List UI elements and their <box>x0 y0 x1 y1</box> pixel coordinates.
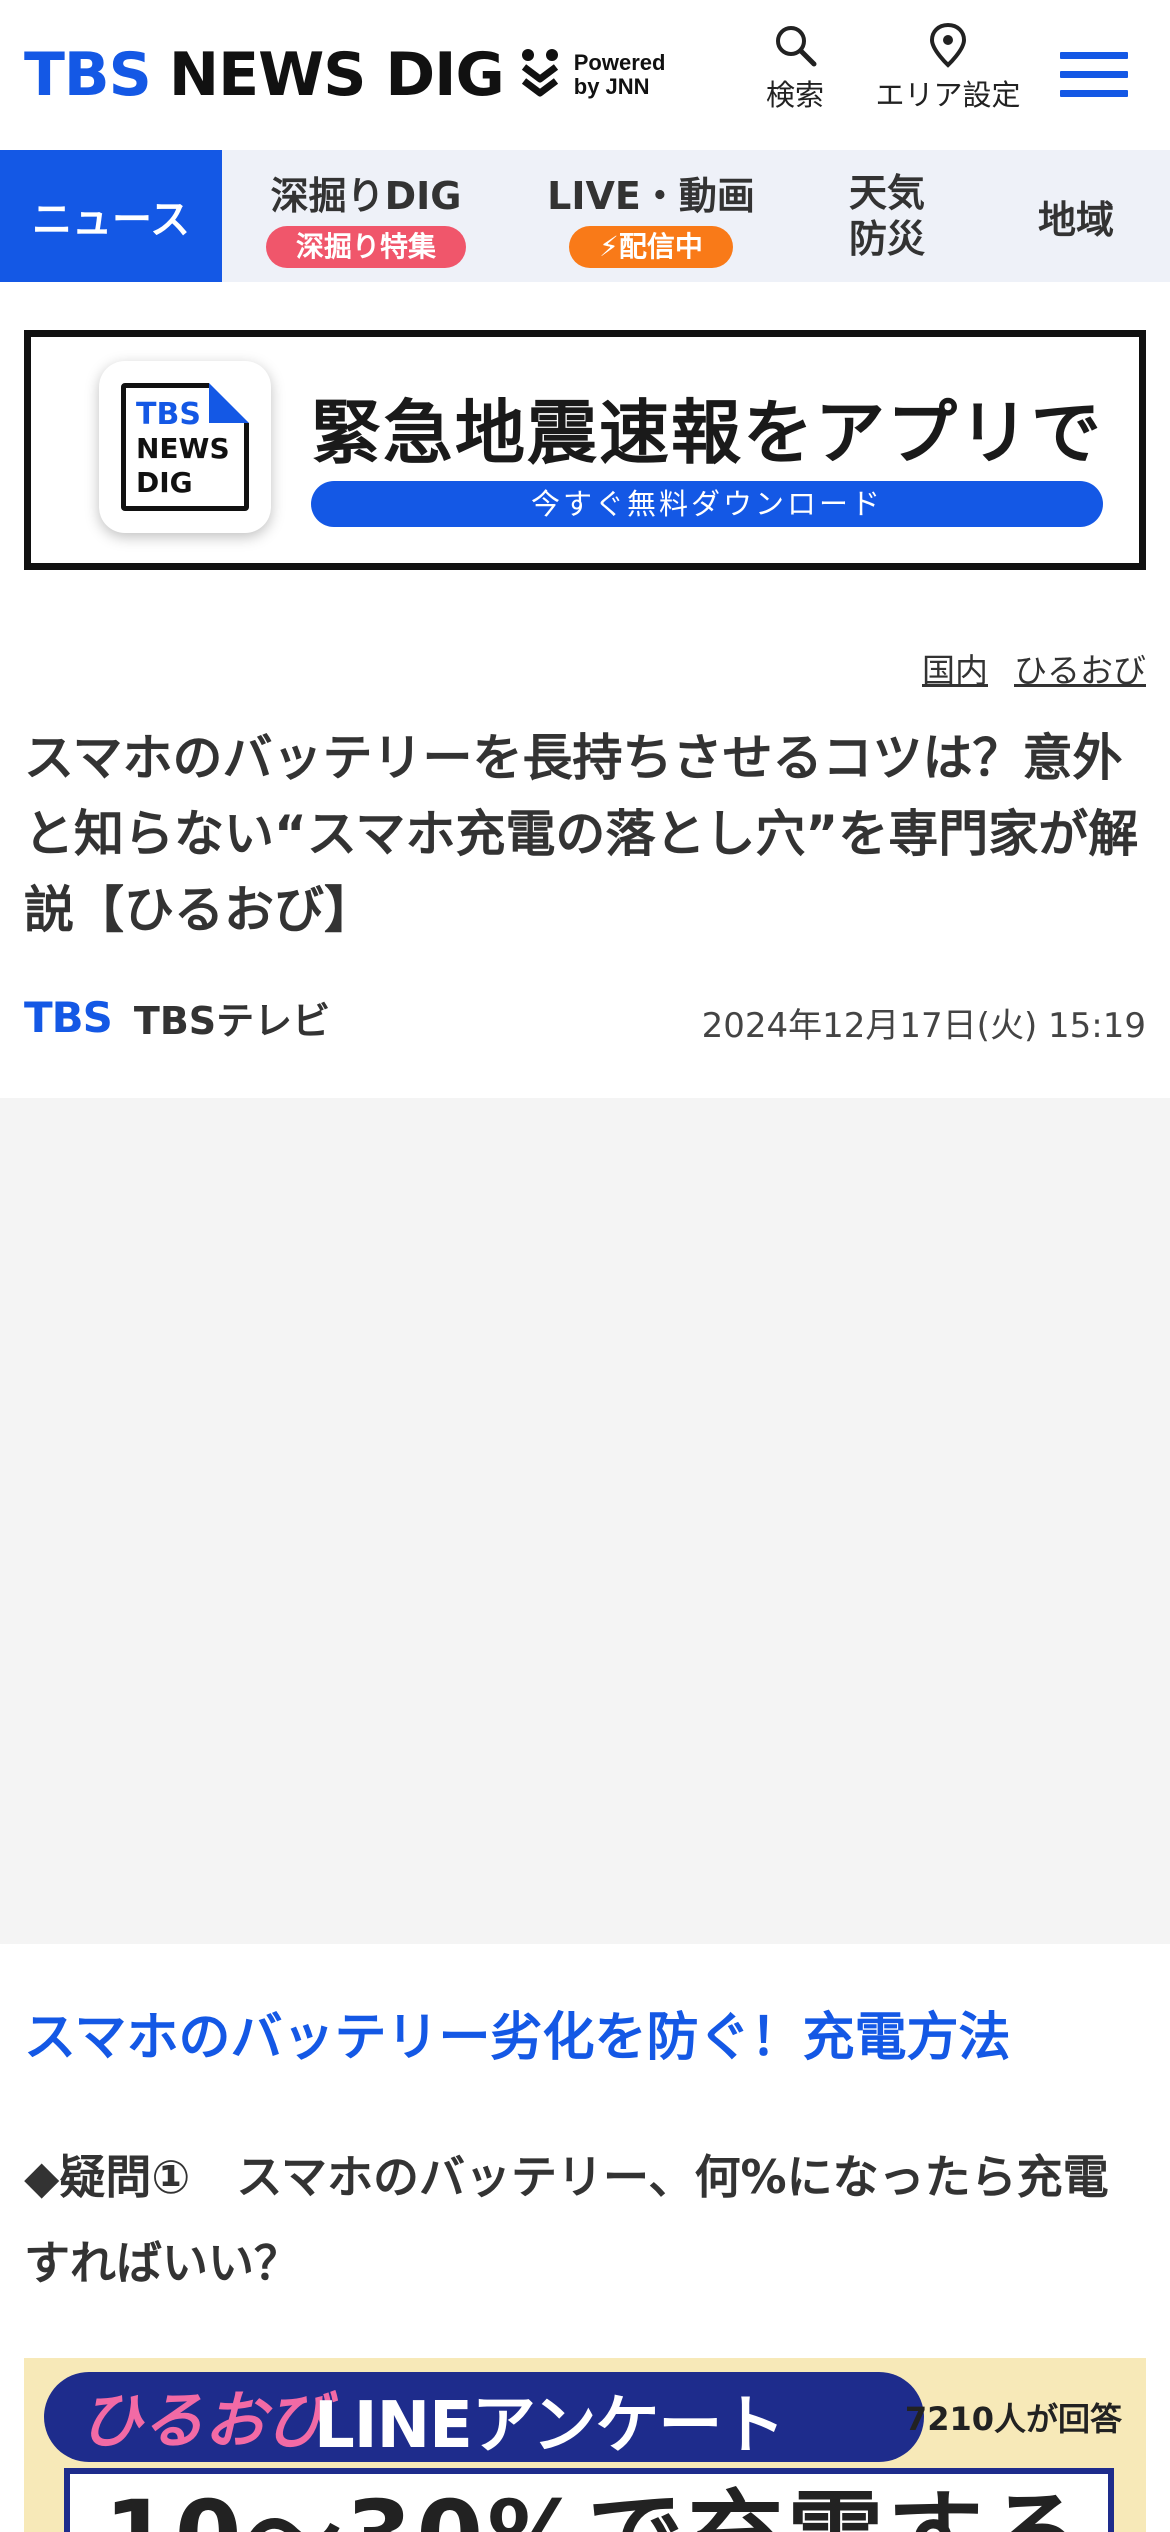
tag-link[interactable]: 国内 <box>922 644 988 692</box>
area-settings-button[interactable]: エリア設定 <box>868 22 1028 114</box>
nav-live-label: LIVE・動画 <box>547 173 755 218</box>
nav-region[interactable]: 地域 <box>982 150 1170 282</box>
article-headline: スマホのバッテリーを長持ちさせるコツは？意外と知らない“スマホ充電の落とし穴”を… <box>24 729 1139 939</box>
powered-line1: Powered <box>573 50 666 75</box>
hamburger-line <box>1060 52 1128 59</box>
live-badge: ⚡配信中 <box>569 225 733 268</box>
site-logo[interactable]: TBS NEWS DIG Powered by JNN <box>24 38 665 112</box>
nav-region-label: 地域 <box>1037 197 1114 242</box>
logo-tbs: TBS <box>24 40 152 110</box>
app-download-banner[interactable]: TBS NEWS DIG 緊急地震速報をアプリで 今すぐ無料ダウンロード <box>24 330 1146 570</box>
app-icon: TBS NEWS DIG <box>99 361 271 533</box>
nav-news[interactable]: ニュース <box>0 150 222 282</box>
nav-dig[interactable]: 深掘りDIG 深掘り特集 <box>222 150 510 282</box>
article-source: TBS TBSテレビ <box>24 990 330 1045</box>
search-button[interactable]: 検索 <box>760 22 830 114</box>
site-header: TBS NEWS DIG Powered by JNN 検索 エリア設定 <box>0 0 1170 150</box>
app-icon-corner <box>209 383 249 423</box>
area-label: エリア設定 <box>875 78 1021 112</box>
search-label: 検索 <box>765 78 824 112</box>
nav-live[interactable]: LIVE・動画 ⚡配信中 <box>510 150 792 282</box>
dig-badge: 深掘り特集 <box>265 225 466 268</box>
survey-image: ひるおび LINEアンケート 7210人が回答 10〜30%で充電する <box>24 2358 1146 2532</box>
article-subhead: スマホのバッテリー劣化を防ぐ！充電方法 <box>24 2008 1011 2068</box>
nav-weather-line2: 防災 <box>848 217 925 261</box>
live-badge-label: 配信中 <box>618 229 703 263</box>
app-icon-logo: TBS NEWS DIG <box>121 383 249 511</box>
app-icon-line3: DIG <box>136 466 193 499</box>
source-logo: TBS <box>24 993 113 1042</box>
category-nav: ニュース 深掘りDIG 深掘り特集 LIVE・動画 ⚡配信中 天気 防災 地域 <box>0 150 1170 282</box>
download-button[interactable]: 今すぐ無料ダウンロード <box>311 481 1103 527</box>
powered-line2: by JNN <box>573 74 650 99</box>
survey-result-text: 10〜30%で充電する <box>104 2458 1087 2532</box>
survey-title: LINEアンケート <box>314 2389 785 2463</box>
media-placeholder <box>0 1098 1170 1944</box>
menu-button[interactable] <box>1060 52 1128 98</box>
dig-arrow-icon <box>521 49 558 97</box>
banner-title: 緊急地震速報をアプリで <box>311 392 1103 474</box>
hamburger-line <box>1060 90 1128 97</box>
article-tags: 国内 ひるおび <box>922 644 1146 692</box>
location-pin-icon <box>929 22 967 68</box>
survey-count: 7210人が回答 <box>904 2400 1122 2438</box>
app-icon-line2: NEWS <box>136 432 230 465</box>
nav-weather[interactable]: 天気 防災 <box>792 150 982 282</box>
nav-weather-line1: 天気 <box>848 171 925 215</box>
tag-link[interactable]: ひるおび <box>1014 644 1146 692</box>
article-question: ◆疑問① スマホのバッテリー、何%になったら充電すればいい？ <box>24 2150 1109 2290</box>
logo-powered: Powered by JNN <box>574 51 666 99</box>
logo-newsdig: NEWS DIG <box>168 40 505 110</box>
lightning-icon: ⚡ <box>599 229 619 263</box>
publish-date: 2024年12月17日(火) 15:19 <box>701 1006 1146 1046</box>
search-icon <box>776 26 817 67</box>
source-name: TBSテレビ <box>133 999 331 1043</box>
hamburger-line <box>1060 71 1128 78</box>
nav-dig-label: 深掘りDIG <box>270 173 462 218</box>
nav-news-label: ニュース <box>32 197 190 243</box>
survey-program-logo: ひるおび <box>80 2384 329 2457</box>
